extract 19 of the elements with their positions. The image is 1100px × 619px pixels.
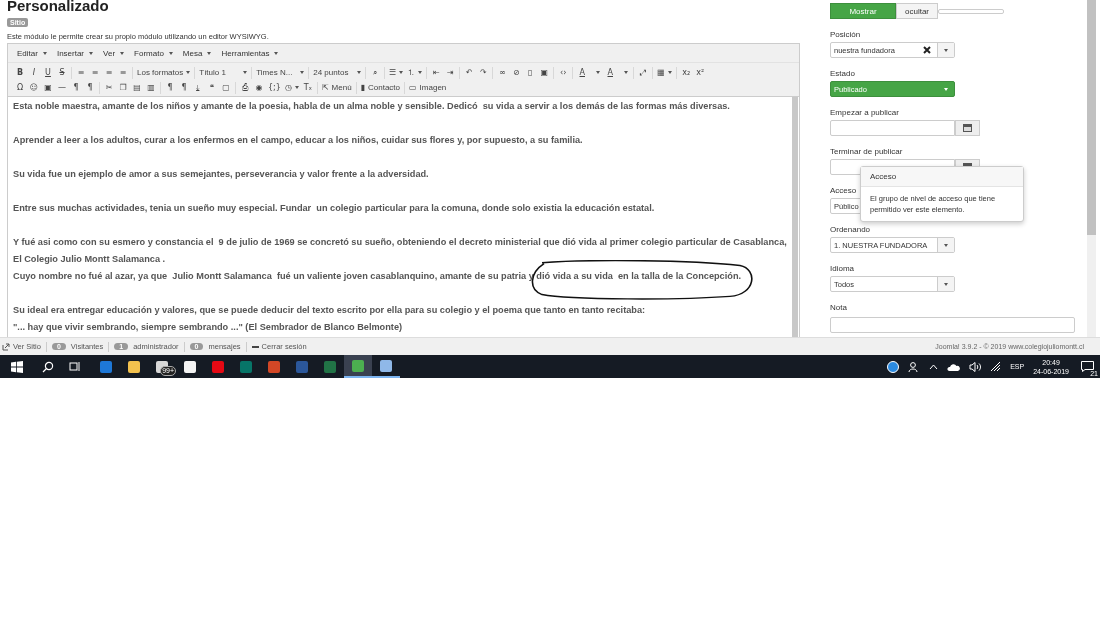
field-label: Nota	[830, 303, 847, 312]
field-label: Empezar a publicar	[830, 108, 899, 117]
field-label: Idioma	[830, 264, 854, 273]
field-label: Terminar de publicar	[830, 147, 903, 156]
field-label: Estado	[830, 69, 855, 78]
editor-text-line: Aprender a leer a los adultos, curar a los enfermos en el campo, educar a los niños, cuidar sus flores y, por supuesto, a su familia.	[13, 134, 584, 147]
field-label: Acceso	[830, 186, 857, 195]
editor-text-line: El Colegio Julio Montt Salamanca .	[13, 253, 167, 266]
page-title: Personalizado	[7, 0, 110, 11]
editor-text-line: Cuyo nombre no fué al azar, ya que Julio Montt Salamanca fué un valiente joven casablanquino, amante de su patria y dió vida a su vida en la talla de la Concepción.	[13, 270, 743, 283]
editor-text-line: Su vida fue un ejemplo de amor a sus semejantes, perseverancia y valor frente a la adversidad.	[13, 168, 430, 181]
editor-text-line: Entre sus muchas actividades, tenia un sueño muy especial. Fundar un colegio particular para la comuna, donde solo existia la educación estatal.	[13, 202, 656, 215]
editor-text-line: Esta noble maestra, amante de los niños y amante de la poesia, habla de un alma noble y sensible. Dedicó su vida a servir a los demás de las formas más diversas.	[13, 100, 731, 113]
editor-text-line: Y fué asi como con su esmero y constancia el 9 de julio de 1969 se concretó su sueño, obteniendo el decreto ministerial que dió vida al primer colegio particular de Casablanca,	[13, 236, 787, 249]
editor-text-line: "... hay que vivir sembrando, siempre sembrando ..." (El Sembrador de Blanco Belmonte)	[13, 321, 404, 334]
field-label: Posición	[830, 30, 861, 39]
field-label: Ordenando	[830, 225, 871, 234]
editor-text-line: Su ideal era entregar educación y valores, que se puede deducir del texto escrito por ella para su colegio y el poema que tanto en tanto recitaba:	[13, 304, 647, 317]
tooltip-title: Acceso	[861, 167, 1023, 187]
